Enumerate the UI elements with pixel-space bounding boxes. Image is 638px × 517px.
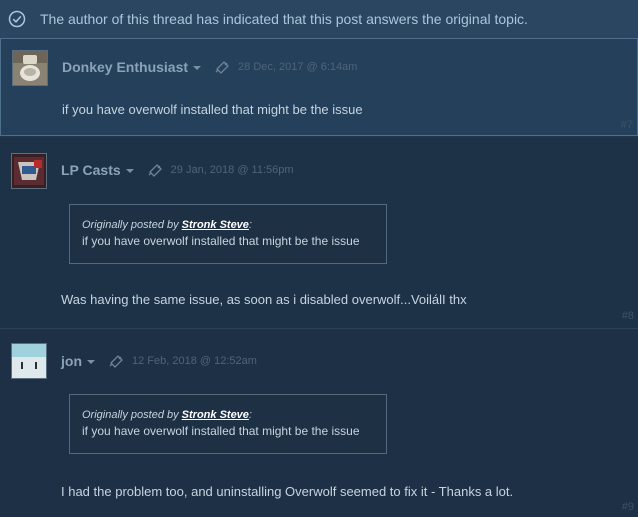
quote-attribution: Originally posted by Stronk Steve:: [82, 409, 386, 421]
quote-suffix: :: [248, 219, 252, 231]
chevron-down-icon[interactable]: [87, 360, 95, 364]
quote-block: Originally posted by Stronk Steve: if yo…: [69, 204, 387, 264]
post-body: Was having the same issue, as soon as i …: [61, 292, 467, 307]
chevron-down-icon[interactable]: [193, 66, 202, 70]
author-name[interactable]: LP Casts: [61, 162, 121, 178]
post-timestamp: 29 Jan, 2018 @ 11:56pm: [170, 164, 294, 176]
quote-author-link[interactable]: Stronk Steve: [182, 219, 249, 231]
author-name[interactable]: Donkey Enthusiast: [62, 59, 188, 75]
answer-banner: The author of this thread has indicated …: [0, 0, 638, 38]
post-number[interactable]: #8: [622, 310, 634, 322]
post-body: I had the problem too, and uninstalling …: [61, 484, 514, 499]
check-circle-icon: [8, 10, 26, 28]
avatar[interactable]: [11, 343, 47, 379]
quote-prefix: Originally posted by: [82, 219, 179, 231]
quote-suffix: :: [248, 409, 252, 421]
quote-text: if you have overwolf installed that migh…: [82, 234, 360, 248]
answer-banner-text: The author of this thread has indicated …: [40, 11, 528, 27]
quote-text: if you have overwolf installed that migh…: [82, 424, 360, 438]
quote-prefix: Originally posted by: [82, 409, 179, 421]
award-icon[interactable]: [109, 354, 125, 368]
quote-author-link[interactable]: Stronk Steve: [182, 409, 249, 421]
quote-attribution: Originally posted by Stronk Steve:: [82, 219, 386, 231]
award-icon[interactable]: [148, 163, 164, 177]
quote-block: Originally posted by Stronk Steve: if yo…: [69, 394, 387, 454]
post-answer: Donkey Enthusiast 28 Dec, 2017 @ 6:14am …: [0, 38, 638, 136]
chevron-down-icon[interactable]: [125, 169, 134, 173]
post-number[interactable]: #9: [622, 501, 634, 513]
avatar[interactable]: [12, 50, 48, 86]
post-timestamp: 28 Dec, 2017 @ 6:14am: [238, 61, 358, 73]
author-name[interactable]: jon: [61, 353, 82, 369]
discussion-page: The author of this thread has indicated …: [0, 0, 638, 517]
award-icon[interactable]: [215, 60, 231, 74]
post: LP Casts 29 Jan, 2018 @ 11:56pm Original…: [0, 138, 638, 329]
post-timestamp: 12 Feb, 2018 @ 12:52am: [132, 355, 257, 367]
post-body: if you have overwolf installed that migh…: [62, 102, 363, 117]
avatar[interactable]: [11, 153, 47, 189]
post-number[interactable]: #7: [621, 119, 633, 131]
post: jon 12 Feb, 2018 @ 12:52am Originally po…: [0, 330, 638, 517]
